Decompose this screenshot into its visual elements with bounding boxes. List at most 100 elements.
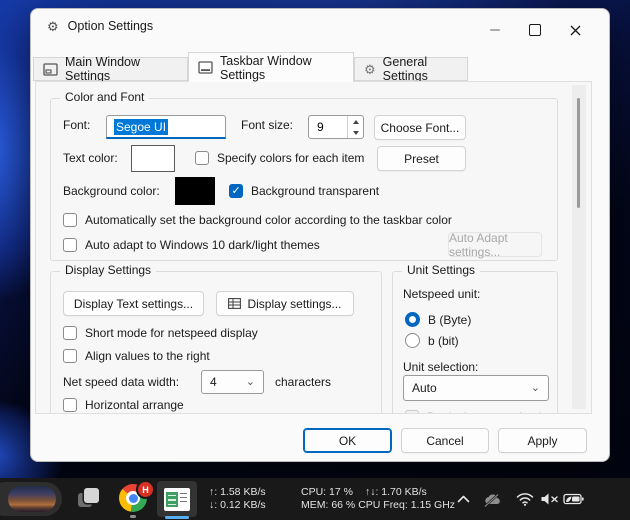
- close-button[interactable]: [555, 15, 595, 45]
- chrome-running-indicator: [130, 515, 136, 518]
- short-mode-checkbox[interactable]: [63, 326, 77, 340]
- chevron-down-icon: ⌄: [246, 377, 255, 388]
- vertical-scrollbar[interactable]: [572, 85, 586, 409]
- display-settings-button[interactable]: Display settings...: [216, 291, 354, 316]
- volume-muted-button[interactable]: [538, 489, 560, 509]
- chevron-down-icon: ⌄: [531, 383, 540, 394]
- task-view-button[interactable]: [76, 487, 102, 511]
- cancel-button[interactable]: Cancel: [401, 428, 489, 453]
- cpu-freq: CPU Freq: 1.15 GHz: [358, 499, 455, 511]
- trafficmonitor-button[interactable]: [157, 481, 197, 517]
- specify-colors-label: Specify colors for each item: [217, 151, 364, 165]
- font-size-stepper[interactable]: 9: [308, 115, 364, 139]
- unit-selection-label: Unit selection:: [403, 360, 478, 374]
- font-label: Font:: [63, 118, 90, 132]
- align-right-label: Align values to the right: [85, 349, 210, 363]
- choose-font-button[interactable]: Choose Font...: [374, 115, 466, 140]
- widgets-button[interactable]: [0, 482, 62, 516]
- gear-icon: ⚙: [364, 63, 376, 76]
- background-transparent-label: Background transparent: [251, 184, 379, 198]
- up-arrow-icon: [353, 120, 359, 124]
- dont-show-unit-checkbox: [405, 410, 419, 414]
- onedrive-paused-button[interactable]: [482, 489, 504, 509]
- titlebar[interactable]: ⚙ Option Settings: [31, 9, 609, 51]
- unit-settings-group: Unit Settings Netspeed unit: B (Byte) b …: [392, 271, 558, 414]
- minimize-icon: [490, 29, 500, 31]
- chevron-up-icon: [457, 495, 470, 503]
- taskbar-window-icon: [198, 61, 213, 74]
- ok-button[interactable]: OK: [303, 428, 392, 453]
- horizontal-arrange-label: Horizontal arrange: [85, 398, 184, 412]
- text-color-swatch[interactable]: [131, 145, 175, 172]
- minimize-button[interactable]: [475, 15, 515, 45]
- short-mode-label: Short mode for netspeed display: [85, 326, 258, 340]
- tab-taskbar-window-settings[interactable]: Taskbar Window Settings: [188, 52, 354, 82]
- data-width-suffix: characters: [275, 375, 331, 389]
- font-size-value: 9: [309, 116, 347, 138]
- battery-leaf-icon: [563, 493, 584, 505]
- tray-chevron-button[interactable]: [452, 489, 474, 509]
- stepper-up-button[interactable]: [348, 116, 363, 127]
- wifi-button[interactable]: [514, 489, 536, 509]
- window-title: Option Settings: [68, 19, 153, 33]
- group-legend: Color and Font: [60, 90, 149, 104]
- unit-selection-value: Auto: [412, 381, 437, 395]
- auto-adapt-settings-button: Auto Adapt settings...: [448, 232, 542, 257]
- specify-colors-checkbox[interactable]: [195, 151, 209, 165]
- horizontal-arrange-checkbox[interactable]: [63, 398, 77, 412]
- maximize-icon: [529, 24, 541, 36]
- align-right-checkbox[interactable]: [63, 349, 77, 363]
- background-color-label: Background color:: [63, 184, 160, 198]
- radio-byte-label: B (Byte): [428, 313, 471, 327]
- taskbar: H ↑: 1.58 KB/s ↓: 0.12 KB/s CPU: 17 %↑↓:…: [0, 478, 630, 520]
- cpu-usage: CPU: 17 %: [301, 486, 353, 498]
- group-legend: Display Settings: [60, 263, 156, 277]
- background-transparent-checkbox[interactable]: [229, 184, 243, 198]
- tab-label: Main Window Settings: [65, 55, 178, 83]
- scrollbar-thumb[interactable]: [577, 98, 580, 208]
- task-view-icon-front: [84, 488, 99, 503]
- system-stats-text[interactable]: CPU: 17 %↑↓: 1.70 KB/s MEM: 66 % CPU Fre…: [301, 486, 455, 512]
- display-text-settings-button[interactable]: Display Text settings...: [63, 291, 204, 316]
- grid-icon: [228, 298, 241, 309]
- maximize-button[interactable]: [515, 15, 555, 45]
- close-icon: [570, 25, 581, 36]
- data-width-value: 4: [210, 375, 217, 389]
- unit-selection-dropdown[interactable]: Auto ⌄: [403, 375, 549, 401]
- group-legend: Unit Settings: [402, 263, 480, 277]
- font-size-label: Font size:: [241, 118, 293, 132]
- trafficmonitor-active-indicator: [165, 516, 189, 519]
- data-width-dropdown[interactable]: 4 ⌄: [201, 370, 264, 394]
- font-input[interactable]: Segoe UI: [106, 115, 226, 139]
- display-settings-group: Display Settings Display Text settings..…: [50, 271, 382, 414]
- preset-button[interactable]: Preset: [377, 146, 466, 171]
- upload-speed: ↑: 1.58 KB/s: [209, 486, 266, 499]
- chrome-notification-badge: H: [136, 480, 155, 499]
- radio-bit-label: b (bit): [428, 334, 459, 348]
- option-settings-dialog: ⚙ Option Settings Main Window Settings T…: [30, 8, 610, 462]
- auto-adapt-label: Auto adapt to Windows 10 dark/light them…: [85, 238, 320, 252]
- mem-usage: MEM: 66 %: [301, 499, 355, 511]
- tab-general-settings[interactable]: ⚙ General Settings: [354, 57, 468, 81]
- download-speed: ↓: 0.12 KB/s: [209, 499, 266, 512]
- tab-content-pane: Color and Font Font: Segoe UI Font size:…: [35, 81, 592, 414]
- dont-show-unit-label: Don't show speed unit: [427, 410, 545, 414]
- battery-saver-button[interactable]: [562, 489, 584, 509]
- net-speed-text[interactable]: ↑: 1.58 KB/s ↓: 0.12 KB/s: [209, 486, 266, 512]
- stepper-down-button[interactable]: [348, 127, 363, 138]
- radio-byte[interactable]: [405, 312, 420, 327]
- auto-adapt-checkbox[interactable]: [63, 238, 77, 252]
- main-window-icon: [43, 63, 58, 76]
- tab-main-window-settings[interactable]: Main Window Settings: [33, 57, 188, 81]
- weather-widget-image: [8, 486, 56, 512]
- font-input-value: Segoe UI: [114, 119, 168, 135]
- radio-bit[interactable]: [405, 333, 420, 348]
- background-color-swatch[interactable]: [175, 177, 215, 205]
- auto-background-checkbox[interactable]: [63, 213, 77, 227]
- netspeed-unit-label: Netspeed unit:: [403, 287, 480, 301]
- display-settings-button-label: Display settings...: [247, 297, 341, 311]
- text-color-label: Text color:: [63, 151, 118, 165]
- apply-button[interactable]: Apply: [498, 428, 587, 453]
- tab-label: Taskbar Window Settings: [220, 54, 344, 82]
- data-width-label: Net speed data width:: [63, 375, 179, 389]
